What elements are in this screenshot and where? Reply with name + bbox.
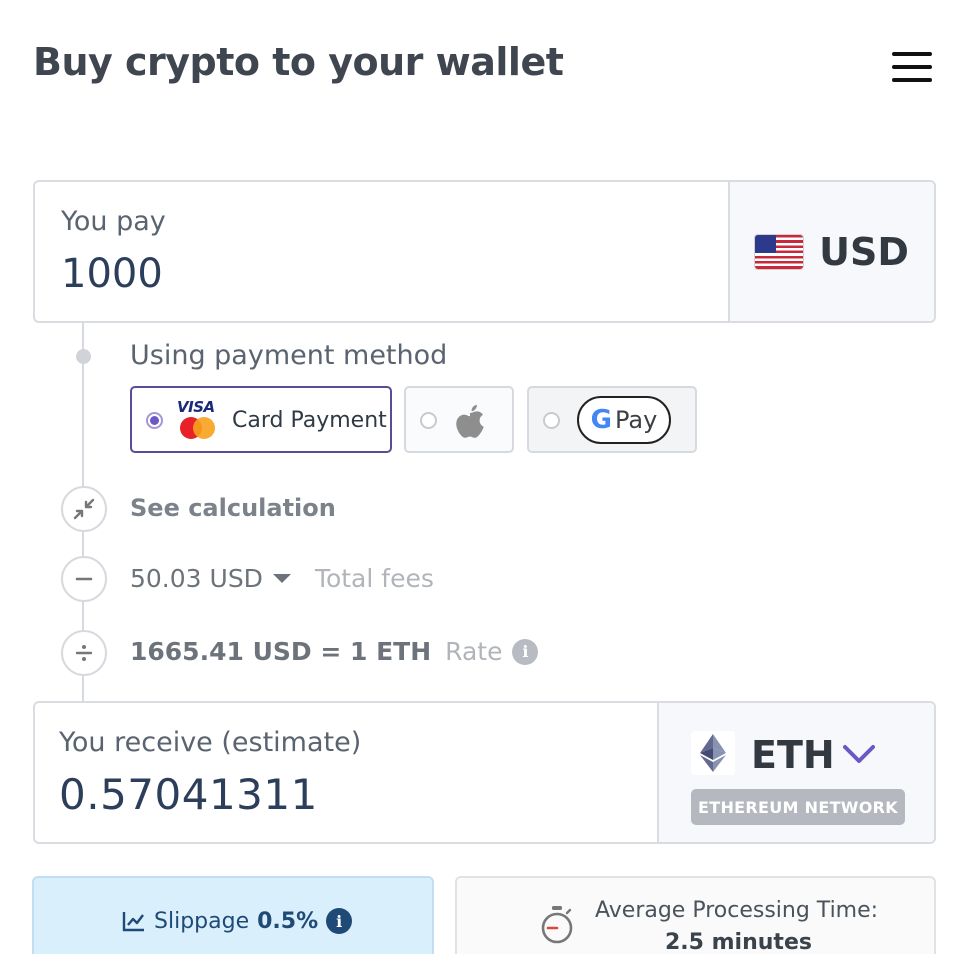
mastercard-logo-icon	[180, 417, 216, 439]
receive-label: You receive (estimate)	[59, 727, 362, 758]
rate-label: Rate	[445, 637, 503, 666]
info-icon[interactable]: i	[512, 638, 539, 665]
slippage-info-icon[interactable]: i	[326, 908, 353, 934]
collapse-arrows-icon[interactable]	[61, 486, 107, 532]
processing-time-label: Average Processing Time:	[595, 898, 879, 923]
fees-value: 50.03 USD	[130, 564, 263, 593]
line-chart-icon	[122, 912, 144, 932]
payment-method-label: Using payment method	[130, 340, 448, 371]
payment-option-apple-pay[interactable]	[404, 386, 514, 453]
card-payment-label: Card Payment	[232, 408, 387, 433]
slippage-value: 0.5%	[257, 908, 319, 934]
payment-option-card[interactable]: VISA Card Payment	[130, 386, 392, 453]
pay-amount-input[interactable]: 1000	[61, 251, 702, 297]
slippage-label: Slippage	[154, 908, 250, 934]
timeline-dot	[76, 349, 91, 364]
pay-label: You pay	[61, 206, 166, 237]
divide-icon	[61, 630, 107, 676]
ethereum-logo-icon	[691, 731, 735, 775]
google-g-icon: G	[590, 405, 613, 435]
radio-selected-icon[interactable]	[146, 412, 163, 429]
fees-label: Total fees	[314, 564, 434, 593]
fees-dropdown[interactable]: 50.03 USD	[130, 564, 291, 593]
pay-amount-panel: You pay 1000 USD	[33, 180, 936, 323]
stopwatch-icon	[541, 906, 573, 944]
processing-time-card: Average Processing Time: 2.5 minutes	[455, 876, 936, 954]
total-fees-row: 50.03 USD Total fees	[130, 564, 434, 593]
receive-amount-value[interactable]: 0.57041311	[59, 770, 633, 819]
pay-amount-field[interactable]: You pay 1000	[35, 182, 728, 321]
visa-logo: VISA	[177, 398, 215, 416]
processing-time-value: 2.5 minutes	[665, 930, 812, 954]
apple-logo-icon	[456, 405, 484, 438]
caret-down-icon	[272, 574, 291, 583]
receive-amount-field[interactable]: You receive (estimate) 0.57041311	[35, 703, 657, 842]
token-code: ETH	[751, 733, 835, 777]
hamburger-menu-icon[interactable]	[890, 50, 934, 86]
fiat-currency-selector[interactable]: USD	[728, 182, 934, 321]
fiat-currency-code: USD	[819, 229, 909, 274]
google-pay-label: Pay	[615, 406, 658, 434]
crypto-token-selector[interactable]: ETH ETHEREUM NETWORK	[657, 703, 934, 842]
minus-icon	[61, 556, 107, 602]
page-title: Buy crypto to your wallet	[33, 40, 564, 84]
chevron-down-icon[interactable]	[841, 739, 877, 769]
see-calculation-toggle[interactable]: See calculation	[130, 494, 336, 522]
radio-unselected-icon[interactable]	[420, 412, 437, 429]
exchange-rate-row: 1665.41 USD = 1 ETH Rate i	[130, 637, 539, 666]
payment-option-google-pay[interactable]: G Pay	[527, 386, 697, 453]
receive-amount-panel: You receive (estimate) 0.57041311 ETH ET…	[33, 701, 936, 844]
rate-value: 1665.41 USD = 1 ETH	[130, 637, 432, 666]
google-pay-logo: G Pay	[577, 396, 671, 444]
us-flag-icon	[755, 234, 804, 269]
slippage-card[interactable]: Slippage 0.5% i	[32, 876, 434, 954]
radio-unselected-icon[interactable]	[543, 412, 560, 429]
network-badge: ETHEREUM NETWORK	[691, 789, 905, 825]
